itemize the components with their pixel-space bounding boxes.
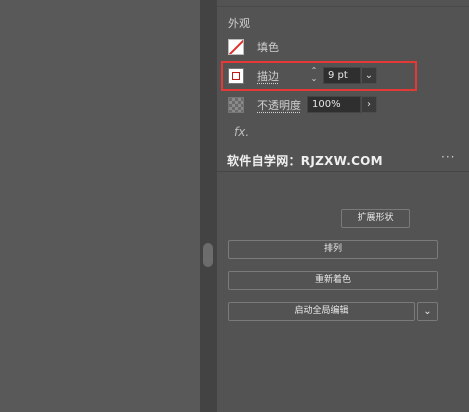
properties-panel: 外观 填色 描边 ⌃ ⌄ 9 pt ⌄ 不透明度 100% › fx. 软件自学… [216,0,469,412]
more-options-icon[interactable]: ··· [441,150,455,164]
stroke-row: 描边 [228,66,279,86]
stepper-down-icon[interactable]: ⌄ [307,75,321,83]
stroke-weight-dropdown-button[interactable]: ⌄ [361,67,377,84]
fill-none-swatch-icon[interactable] [228,39,244,55]
chevron-down-icon: ⌄ [423,306,432,317]
stroke-weight-stepper[interactable]: ⌃ ⌄ [307,67,321,85]
stroke-weight-input[interactable]: 9 pt [323,67,361,84]
stroke-label[interactable]: 描边 [257,68,279,84]
section-divider [217,171,469,172]
watermark-text: 软件自学网：RJZXW.COM [227,154,383,168]
panel-top-divider [217,6,469,7]
fill-row: 填色 [228,37,279,57]
chevron-right-icon: › [367,99,371,110]
opacity-slider-button[interactable]: › [361,96,377,113]
stroke-swatch-icon[interactable] [228,68,244,84]
opacity-row: 不透明度 [228,95,301,115]
transparency-checker-icon[interactable] [228,97,244,113]
chevron-down-icon: ⌄ [364,70,374,81]
recolor-button[interactable]: 重新着色 [228,271,438,290]
appearance-section-title: 外观 [228,17,250,30]
arrange-button[interactable]: 排列 [228,240,438,259]
artboard-canvas[interactable] [0,0,200,412]
expand-shape-button[interactable]: 扩展形状 [341,209,410,228]
global-edit-button[interactable]: 启动全局编辑 [228,302,415,321]
global-edit-dropdown-button[interactable]: ⌄ [417,302,438,321]
fx-effects-icon[interactable]: fx. [234,125,249,139]
fill-label: 填色 [257,41,279,54]
opacity-input[interactable]: 100% [307,96,361,113]
opacity-label[interactable]: 不透明度 [257,97,301,113]
panel-dock-divider[interactable] [200,0,216,412]
dock-resize-handle[interactable] [203,243,213,267]
